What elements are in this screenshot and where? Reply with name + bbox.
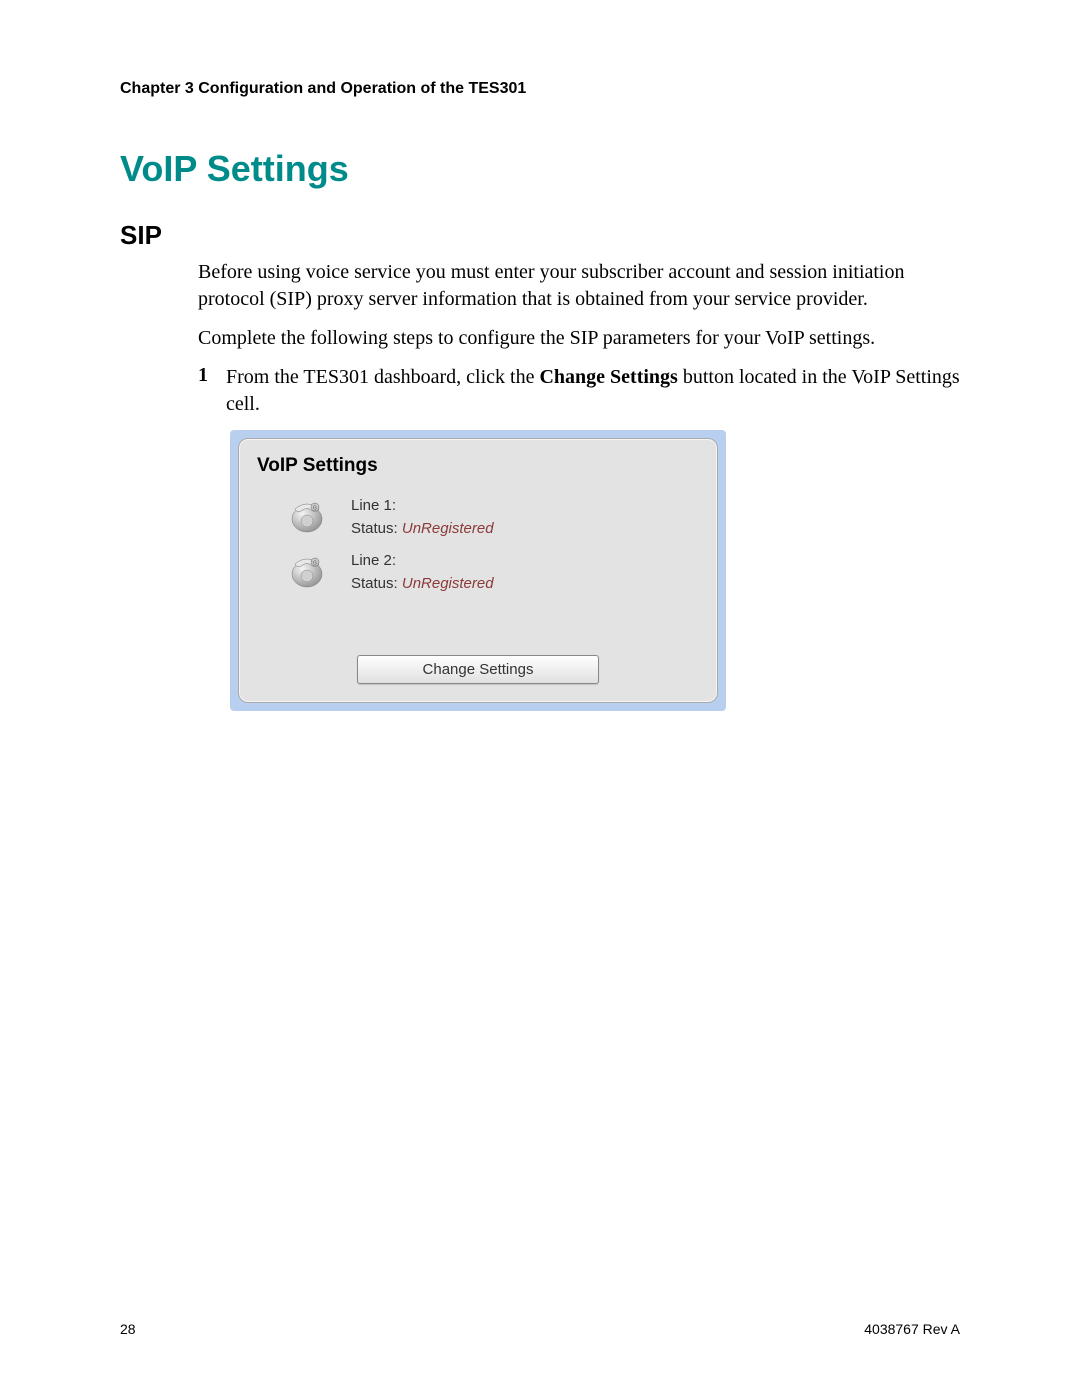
- line-info-2: Line 2: Status: UnRegistered: [351, 550, 494, 595]
- phone-icon: G: [287, 497, 327, 537]
- step-number: 1: [198, 364, 226, 418]
- page-number: 28: [120, 1321, 136, 1337]
- line-2-status-value: UnRegistered: [402, 575, 494, 592]
- chapter-header: Chapter 3 Configuration and Operation of…: [120, 80, 960, 98]
- change-settings-button[interactable]: Change Settings: [357, 655, 599, 684]
- panel-inner: VoIP Settings: [238, 438, 718, 703]
- intro-paragraph: Before using voice service you must ente…: [198, 259, 960, 313]
- panel-title: VoIP Settings: [257, 455, 699, 477]
- voip-settings-panel-screenshot: VoIP Settings: [230, 430, 960, 711]
- panel-outer: VoIP Settings: [230, 430, 726, 711]
- subsection-title: SIP: [120, 220, 960, 251]
- svg-text:G: G: [313, 506, 317, 512]
- line-row-2: G Line 2: Status: UnRegistered: [257, 550, 699, 595]
- instruction-paragraph: Complete the following steps to configur…: [198, 325, 960, 352]
- line-1-status-value: UnRegistered: [402, 520, 494, 537]
- line-row-1: G Line 1: Status: UnRegistered: [257, 495, 699, 540]
- line-1-label: Line 1:: [351, 495, 494, 518]
- svg-text:G: G: [313, 561, 317, 567]
- line-1-status-label: Status:: [351, 520, 402, 537]
- step-1: 1 From the TES301 dashboard, click the C…: [198, 364, 960, 418]
- line-2-label: Line 2:: [351, 550, 494, 573]
- section-title: VoIP Settings: [120, 148, 960, 190]
- line-info-1: Line 1: Status: UnRegistered: [351, 495, 494, 540]
- step-bold: Change Settings: [539, 366, 677, 388]
- panel-button-row: Change Settings: [257, 655, 699, 684]
- page-footer: 28 4038767 Rev A: [120, 1321, 960, 1337]
- step-prefix: From the TES301 dashboard, click the: [226, 366, 539, 388]
- step-text: From the TES301 dashboard, click the Cha…: [226, 364, 960, 418]
- document-id: 4038767 Rev A: [864, 1321, 960, 1337]
- phone-icon: G: [287, 552, 327, 592]
- line-2-status-label: Status:: [351, 575, 402, 592]
